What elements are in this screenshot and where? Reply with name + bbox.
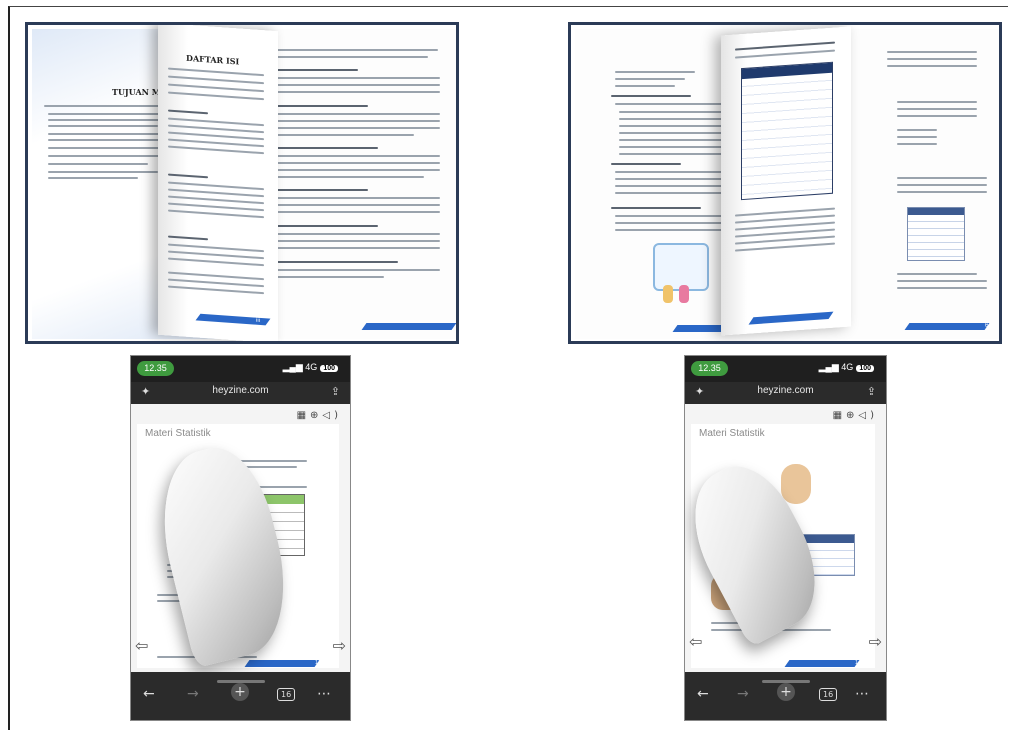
speaker-icon[interactable]: ◁) — [858, 410, 878, 421]
previous-page-arrow-icon[interactable]: ⇦ — [689, 632, 702, 651]
plus-icon[interactable]: + — [231, 683, 249, 701]
arrow-left-icon[interactable]: ← — [697, 686, 709, 702]
toc-title: DAFTAR ISI — [186, 52, 240, 67]
grid-icon[interactable]: ▦ — [833, 410, 846, 421]
arrow-right-icon[interactable]: → — [187, 686, 199, 702]
character-figure — [663, 285, 673, 303]
battery-indicator: 100 — [856, 365, 874, 372]
url-text[interactable]: heyzine.com — [685, 385, 886, 396]
grid-icon[interactable]: ▦ — [297, 410, 310, 421]
status-bar: 12.35 ▂▄▆ 4G 100 — [685, 356, 886, 382]
flipbook-viewer: ▦⊕◁) Materi Statistik 14 ⇦ ⇨ — [685, 404, 886, 674]
page-number: 13 — [315, 660, 322, 666]
flipbook-screenshot-toc: TUJUAN MODUL DAFTAR ISI iii — [25, 22, 459, 344]
character-illustration — [781, 464, 811, 504]
speaker-icon[interactable]: ◁) — [322, 410, 342, 421]
zoom-in-icon[interactable]: ⊕ — [846, 410, 858, 421]
flipbook-screenshot-table: 5 6 — [568, 22, 1002, 344]
more-icon[interactable]: ⋯ — [317, 686, 331, 702]
clock: 12.35 — [137, 361, 174, 376]
next-page-arrow-icon[interactable]: ⇨ — [333, 636, 346, 655]
share-icon[interactable]: ⇪ — [867, 385, 876, 398]
status-bar: 12.35 ▂▄▆ 4G 100 — [131, 356, 350, 382]
page-title: Materi Statistik — [699, 428, 765, 439]
phone-screenshot-left: 12.35 ▂▄▆ 4G 100 ✦ heyzine.com ⇪ ▦⊕◁) Mat… — [130, 355, 351, 721]
viewer-toolbar: ▦⊕◁) — [833, 410, 878, 421]
arrow-left-icon[interactable]: ← — [143, 686, 155, 702]
phone-screenshot-right: 12.35 ▂▄▆ 4G 100 ✦ heyzine.com ⇪ ▦⊕◁) Mat… — [684, 355, 887, 721]
right-page-number: 6 — [985, 323, 989, 329]
next-page-arrow-icon[interactable]: ⇨ — [869, 632, 882, 651]
signal-indicator: ▂▄▆ 4G 100 — [283, 362, 338, 373]
frequency-table — [907, 207, 965, 261]
character-figure — [679, 285, 689, 303]
share-icon[interactable]: ⇪ — [331, 385, 340, 398]
home-indicator — [216, 680, 265, 683]
page-title: Materi Statistik — [145, 428, 211, 439]
clock: 12.35 — [691, 361, 728, 376]
flipbook-viewer: ▦⊕◁) Materi Statistik 13 ⇦ ⇨ — [131, 404, 350, 674]
home-indicator — [761, 680, 810, 683]
viewer-toolbar: ▦⊕◁) — [297, 410, 342, 421]
plus-icon[interactable]: + — [777, 683, 795, 701]
arrow-right-icon[interactable]: → — [737, 686, 749, 702]
url-text[interactable]: heyzine.com — [131, 385, 350, 396]
address-bar[interactable]: ✦ heyzine.com ⇪ — [685, 382, 886, 404]
turning-toc-page: DAFTAR ISI iii — [158, 25, 278, 341]
turning-table-page — [721, 26, 851, 336]
previous-page-arrow-icon[interactable]: ⇦ — [135, 636, 148, 655]
battery-indicator: 100 — [320, 365, 338, 372]
page-number: 14 — [855, 660, 862, 666]
cartoon-illustration — [653, 243, 709, 291]
zoom-in-icon[interactable]: ⊕ — [310, 410, 322, 421]
address-bar[interactable]: ✦ heyzine.com ⇪ — [131, 382, 350, 404]
toc-page-number: iii — [256, 317, 260, 324]
data-table — [741, 61, 833, 201]
more-icon[interactable]: ⋯ — [855, 686, 869, 702]
tabs-count-icon[interactable]: 16 — [819, 688, 838, 701]
tabs-count-icon[interactable]: 16 — [277, 688, 296, 701]
signal-indicator: ▂▄▆ 4G 100 — [819, 362, 874, 373]
